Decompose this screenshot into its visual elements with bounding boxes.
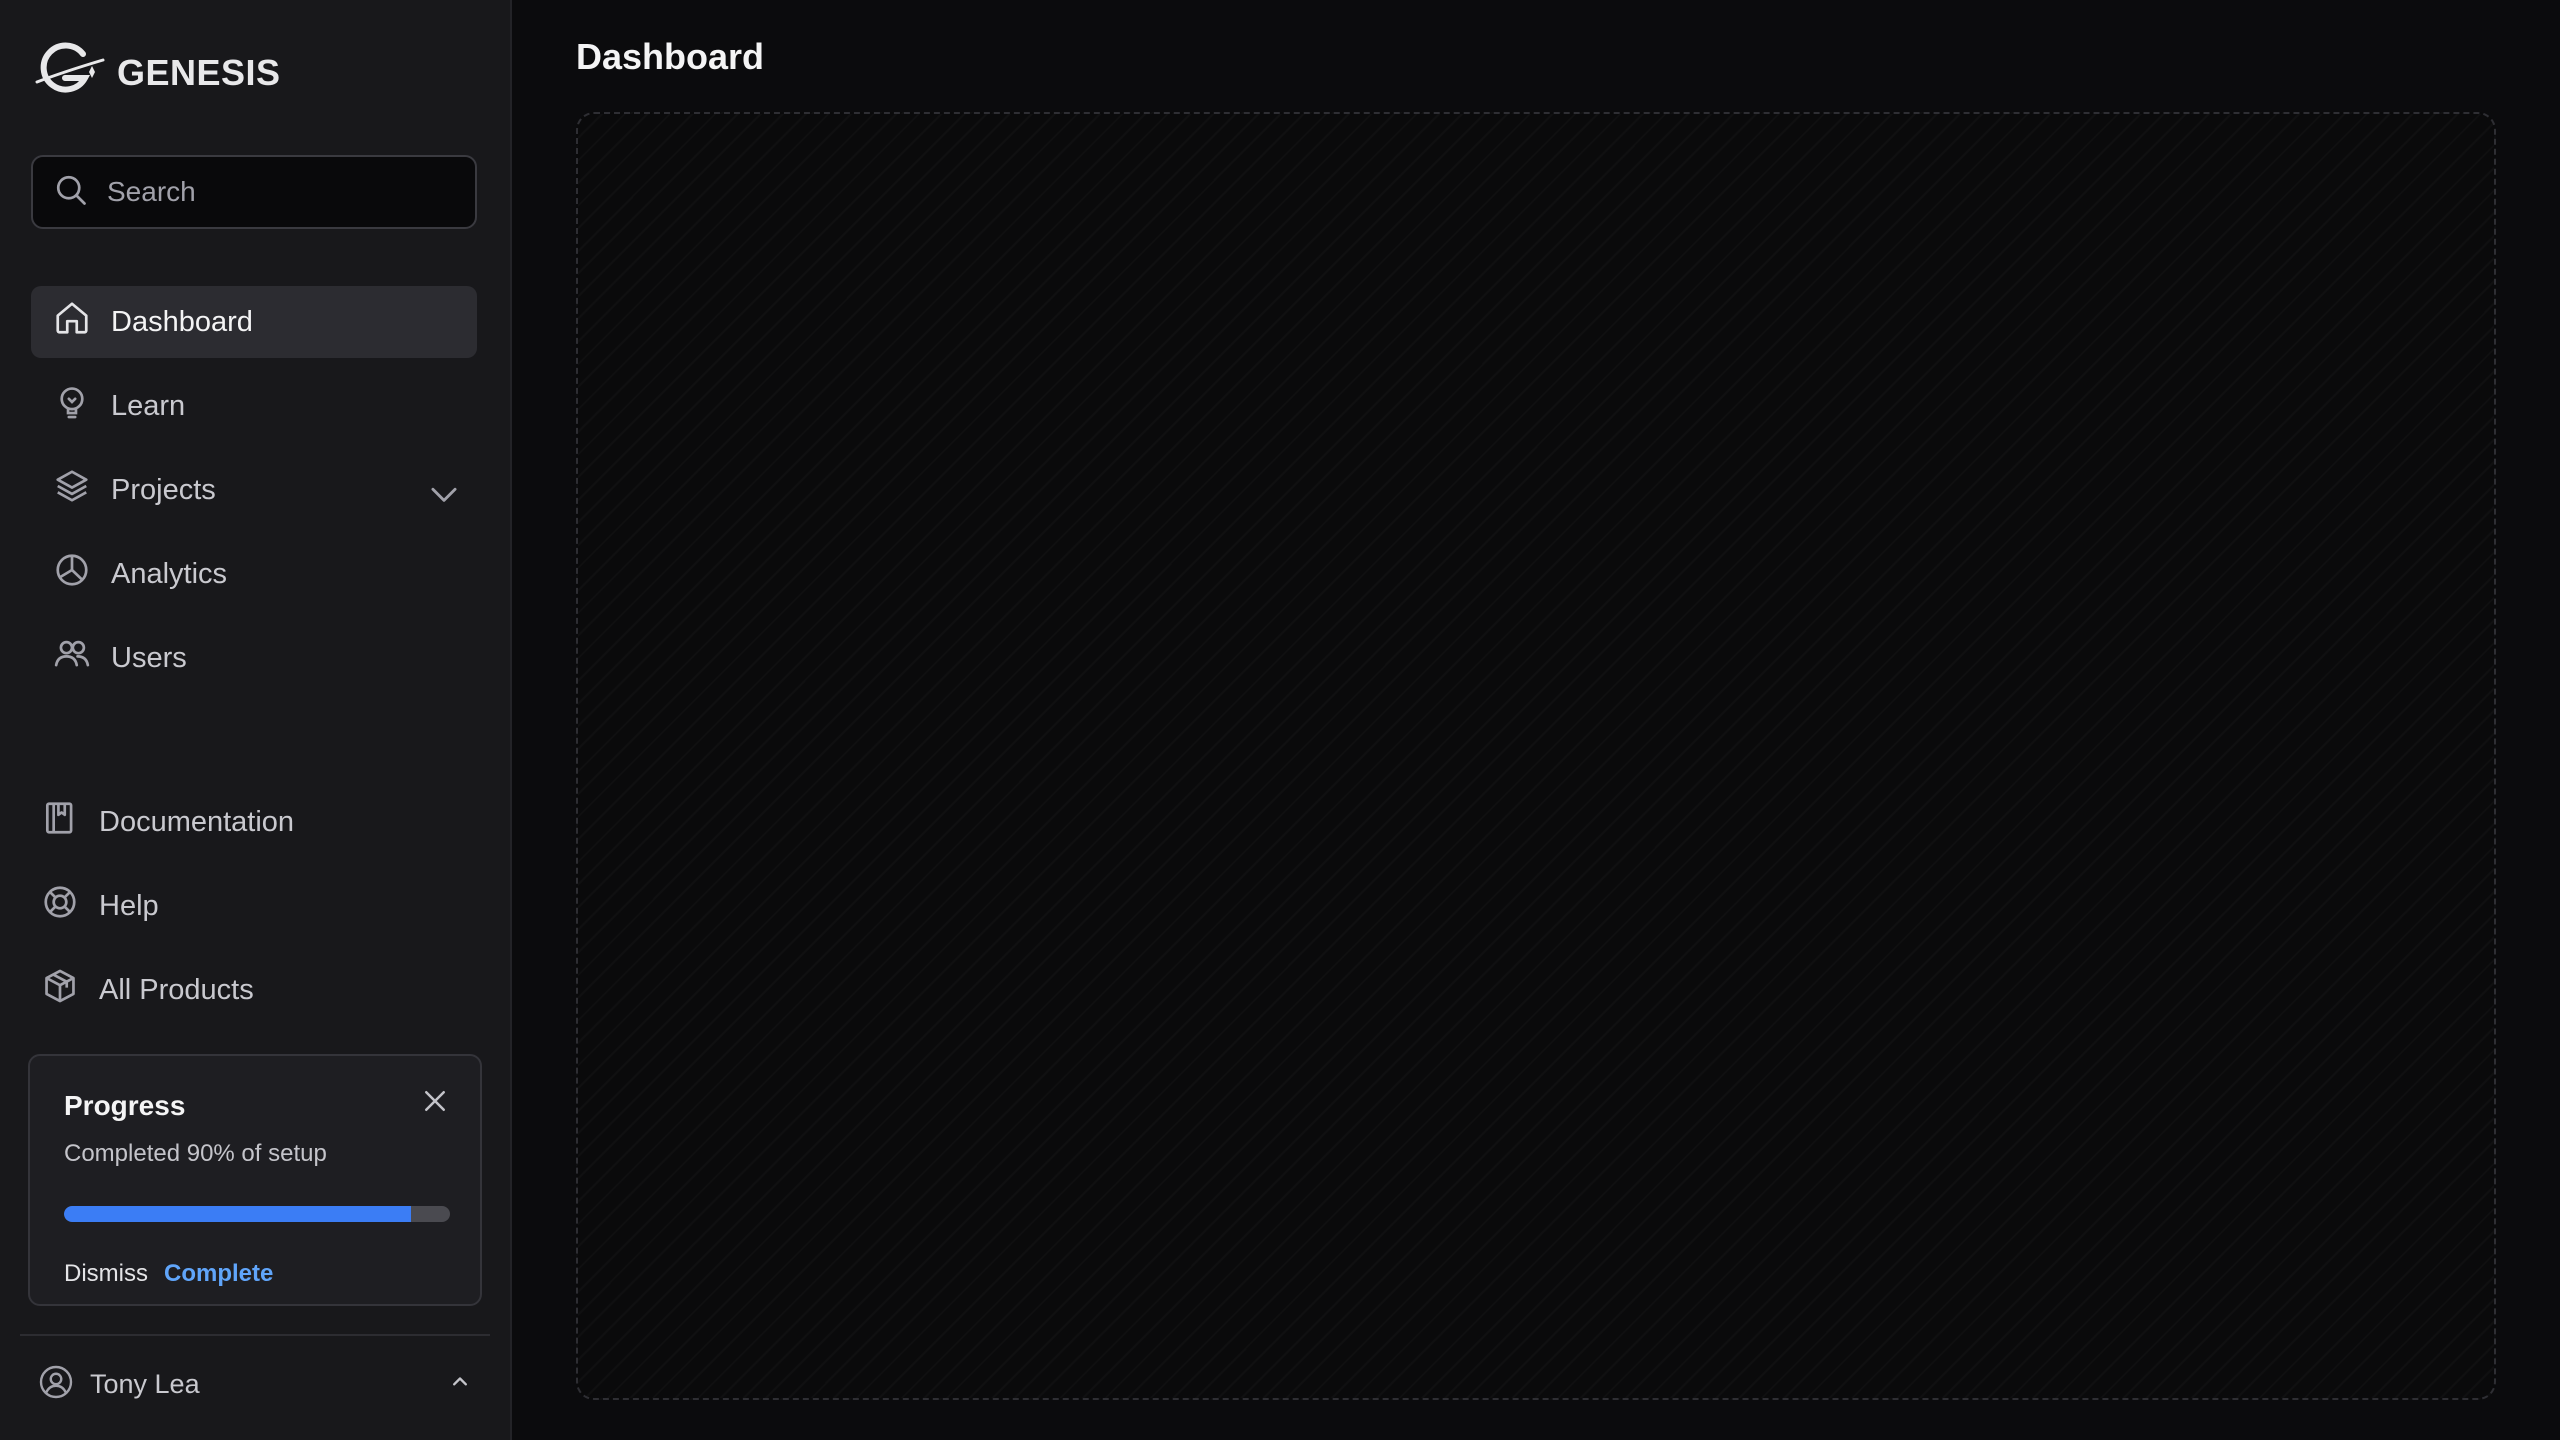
search-input[interactable] xyxy=(107,176,455,208)
nav-item-dashboard[interactable]: Dashboard xyxy=(31,286,477,358)
main-content: Dashboard xyxy=(512,0,2560,1440)
setup-progress-card: Progress Completed 90% of setup Dismiss … xyxy=(28,1054,482,1306)
nav-item-label: Projects xyxy=(111,473,216,506)
nav-item-help[interactable]: Help xyxy=(31,870,477,942)
nav-item-label: Dashboard xyxy=(111,305,253,338)
nav-item-users[interactable]: Users xyxy=(31,622,477,694)
package-icon xyxy=(41,967,79,1013)
nav-item-all-products[interactable]: All Products xyxy=(31,954,477,1026)
nav-item-label: Documentation xyxy=(99,805,295,838)
nav-item-analytics[interactable]: Analytics xyxy=(31,538,477,610)
brand-name: GENESIS xyxy=(117,51,281,93)
lifebuoy-icon xyxy=(41,883,79,929)
pie-chart-icon xyxy=(53,551,91,597)
search-box[interactable] xyxy=(31,155,477,229)
sidebar: GENESIS Dashboard xyxy=(0,0,512,1440)
chevron-down-icon[interactable] xyxy=(425,475,457,505)
sidebar-divider xyxy=(20,1334,490,1336)
genesis-logo-icon xyxy=(33,42,105,103)
user-menu[interactable]: Tony Lea xyxy=(38,1362,474,1406)
nav-item-label: All Products xyxy=(99,973,254,1006)
nav-item-projects[interactable]: Projects xyxy=(31,454,477,526)
nav-item-documentation[interactable]: Documentation xyxy=(31,786,477,858)
primary-nav: Dashboard Learn Projects Analytics Users xyxy=(31,286,477,706)
brand[interactable]: GENESIS xyxy=(33,42,281,103)
app-shell: GENESIS Dashboard xyxy=(0,0,2560,1440)
nav-item-label: Help xyxy=(99,889,159,922)
nav-item-label: Analytics xyxy=(111,557,228,590)
complete-button[interactable]: Complete xyxy=(164,1260,273,1288)
search-icon xyxy=(53,172,89,213)
chevron-up-icon[interactable] xyxy=(446,1368,474,1401)
progress-bar-fill xyxy=(64,1206,412,1222)
user-avatar-icon xyxy=(38,1364,74,1405)
progress-actions: Dismiss Complete xyxy=(64,1260,446,1288)
lightbulb-icon xyxy=(53,383,91,429)
content-placeholder xyxy=(576,112,2496,1400)
nav-item-learn[interactable]: Learn xyxy=(31,370,477,442)
progress-title: Progress xyxy=(64,1090,186,1121)
page-title: Dashboard xyxy=(576,36,765,77)
home-icon xyxy=(53,299,91,345)
progress-subtitle: Completed 90% of setup xyxy=(64,1140,327,1167)
nav-item-label: Users xyxy=(111,641,187,674)
book-icon xyxy=(41,799,79,845)
secondary-nav: Documentation Help All Products xyxy=(31,786,477,1038)
progress-bar xyxy=(64,1206,450,1222)
dismiss-button[interactable]: Dismiss xyxy=(64,1260,148,1288)
close-icon[interactable] xyxy=(420,1086,450,1116)
layers-icon xyxy=(53,467,91,513)
nav-item-label: Learn xyxy=(111,389,186,422)
users-icon xyxy=(53,635,91,681)
user-name: Tony Lea xyxy=(90,1368,200,1399)
